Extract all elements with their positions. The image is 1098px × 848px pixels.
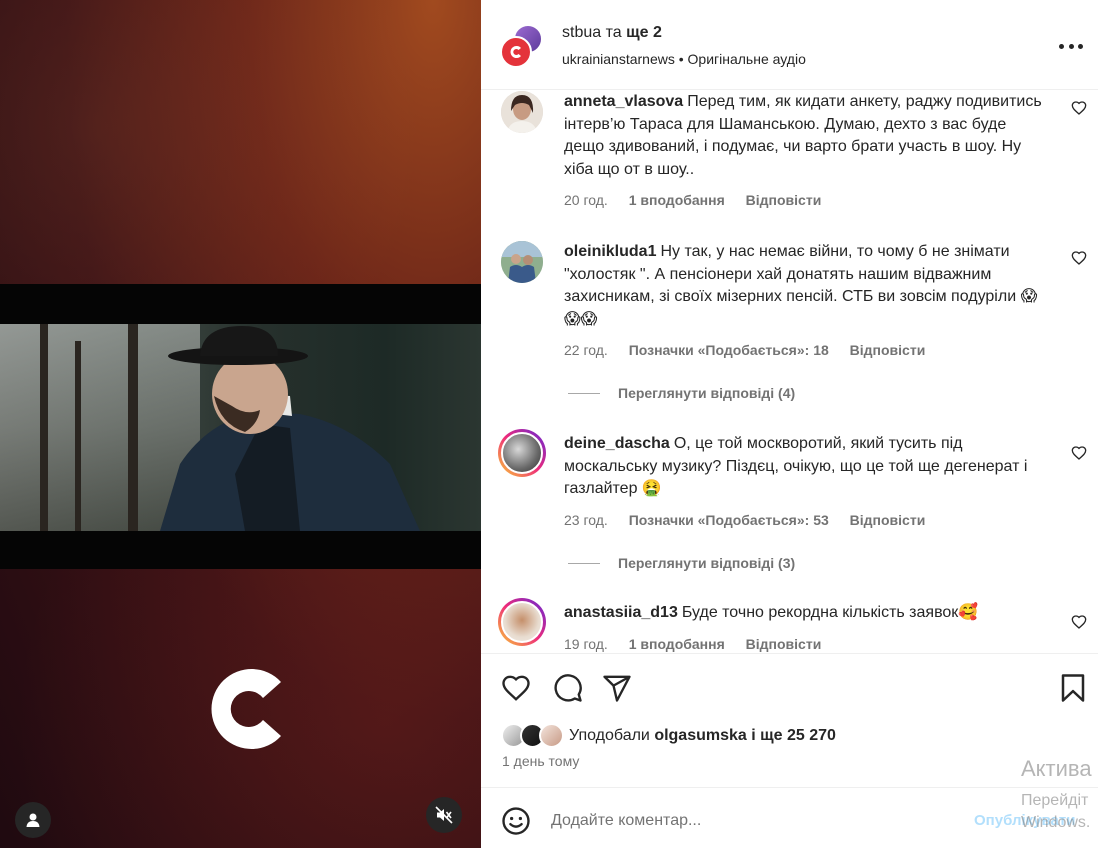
liker-username[interactable]: olgasumska bbox=[654, 727, 746, 744]
heart-icon[interactable] bbox=[1071, 250, 1087, 266]
reply-button[interactable]: Відповісти bbox=[746, 636, 822, 652]
avatar bbox=[539, 723, 564, 748]
video-frame bbox=[0, 324, 481, 531]
stb-logo-icon bbox=[211, 669, 281, 749]
owner-username[interactable]: stbua bbox=[562, 24, 601, 41]
avatar-story-ring[interactable] bbox=[498, 598, 546, 646]
comments-list[interactable]: anneta_vlasova Перед тим, як кидати анкет… bbox=[481, 90, 1098, 653]
comment-button[interactable] bbox=[553, 673, 583, 703]
coauthors-link[interactable]: ще 2 bbox=[626, 24, 662, 41]
audio-line: ukrainianstarnews • Оригінальне аудіо bbox=[562, 51, 806, 67]
windows-activation-watermark: Актива Перейдіт Windows. bbox=[1021, 756, 1092, 831]
reply-button[interactable]: Відповісти bbox=[850, 512, 926, 528]
account-link[interactable]: ukrainianstarnews bbox=[562, 51, 675, 67]
comment-username[interactable]: deine_dascha bbox=[564, 435, 670, 452]
comment-time[interactable]: 22 год. bbox=[564, 342, 608, 358]
audio-link[interactable]: Оригінальне аудіо bbox=[688, 51, 806, 67]
post-actions: Уподобали olgasumska і ще 25 270 1 день … bbox=[481, 653, 1098, 787]
stb-logo-icon bbox=[510, 46, 521, 58]
post-sidebar: stbua та ще 2 ukrainianstarnews • Оригін… bbox=[481, 0, 1098, 848]
more-options-button[interactable] bbox=[1059, 34, 1083, 58]
comment-likes[interactable]: 1 вподобання bbox=[629, 192, 725, 208]
view-replies-button[interactable]: Переглянути відповіді (4) bbox=[568, 385, 795, 401]
divider bbox=[568, 392, 600, 394]
user-icon bbox=[26, 813, 40, 827]
separator: • bbox=[678, 51, 684, 67]
man-in-hat-illustration bbox=[160, 326, 420, 531]
heart-icon[interactable] bbox=[1071, 445, 1087, 461]
letterbox-bottom bbox=[0, 531, 481, 569]
share-button[interactable] bbox=[602, 673, 632, 703]
avatar bbox=[501, 432, 543, 474]
mute-button[interactable] bbox=[426, 797, 462, 833]
comment-username[interactable]: anastasiia_d13 bbox=[564, 604, 678, 621]
comment-username[interactable]: anneta_vlasova bbox=[564, 93, 683, 110]
comment-text: Буде точно рекордна кількість заявок🥰 bbox=[681, 604, 979, 621]
emoji-icon[interactable] bbox=[501, 806, 531, 836]
view-replies-button[interactable]: Переглянути відповіді (3) bbox=[568, 555, 795, 571]
letterbox-top bbox=[0, 284, 481, 324]
comment-composer: Опублікувати bbox=[481, 787, 1098, 848]
tagged-users-button[interactable] bbox=[15, 802, 51, 838]
avatar-story-ring[interactable] bbox=[498, 429, 546, 477]
post-media[interactable] bbox=[0, 0, 481, 848]
post-date[interactable]: 1 день тому bbox=[502, 753, 579, 769]
comment-likes[interactable]: Позначки «Подобається»: 18 bbox=[629, 342, 829, 358]
heart-icon[interactable] bbox=[1071, 100, 1087, 116]
comment-likes[interactable]: Позначки «Подобається»: 53 bbox=[629, 512, 829, 528]
avatar bbox=[500, 36, 532, 68]
bookmark-button[interactable] bbox=[1058, 673, 1088, 703]
comment-username[interactable]: oleinikluda1 bbox=[564, 243, 656, 260]
coauthor-avatars[interactable] bbox=[500, 24, 546, 70]
comment-time[interactable]: 19 год. bbox=[564, 636, 608, 652]
reply-button[interactable]: Відповісти bbox=[850, 342, 926, 358]
comment-time[interactable]: 23 год. bbox=[564, 512, 608, 528]
comment-time[interactable]: 20 год. bbox=[564, 192, 608, 208]
reply-button[interactable]: Відповісти bbox=[746, 192, 822, 208]
avatar[interactable] bbox=[501, 241, 543, 283]
like-button[interactable] bbox=[501, 673, 531, 703]
liker-avatars[interactable] bbox=[501, 723, 565, 749]
comment-likes[interactable]: 1 вподобання bbox=[629, 636, 725, 652]
likes-summary[interactable]: Уподобали olgasumska і ще 25 270 bbox=[569, 727, 836, 745]
and-text: та bbox=[605, 24, 622, 41]
heart-icon[interactable] bbox=[1071, 614, 1087, 630]
likes-count[interactable]: і ще 25 270 bbox=[751, 727, 836, 744]
coauthors-line: stbua та ще 2 bbox=[562, 24, 662, 42]
divider bbox=[568, 562, 600, 564]
comment-input[interactable] bbox=[551, 808, 951, 834]
mute-icon bbox=[435, 806, 453, 824]
post-header: stbua та ще 2 ukrainianstarnews • Оригін… bbox=[481, 0, 1098, 90]
avatar[interactable] bbox=[501, 91, 543, 133]
more-icon bbox=[1059, 43, 1064, 49]
avatar bbox=[501, 601, 543, 643]
